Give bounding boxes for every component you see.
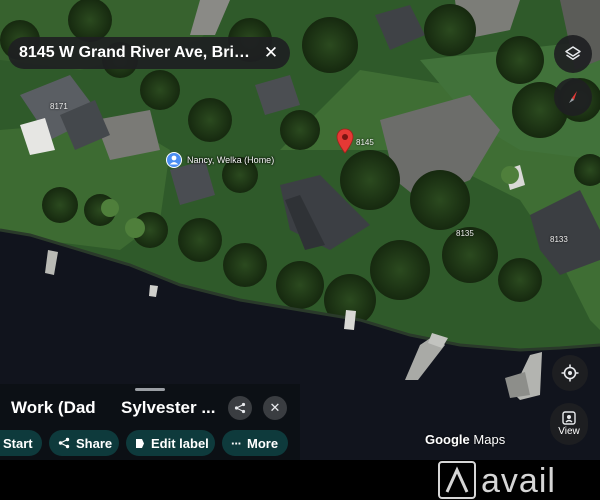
location-pin-icon[interactable]	[336, 128, 354, 154]
avail-watermark-logo: avail	[438, 461, 556, 500]
layers-icon	[565, 46, 581, 60]
home-label[interactable]: Nancy, Welka (Home)	[187, 155, 274, 165]
pin-label: 8145	[356, 138, 374, 147]
avail-watermark-text: avail	[481, 462, 556, 500]
saved-place-sylvester[interactable]: Sylvester ...	[121, 398, 219, 418]
screen: 8171 8135 8133 Nancy, Welka (Home) 8145 …	[0, 0, 600, 500]
more-chip[interactable]: ··· More	[222, 430, 288, 456]
share-label: Share	[76, 435, 113, 451]
edit-label-text: Edit label	[151, 435, 209, 451]
attribution-maps: Maps	[473, 432, 506, 447]
layers-button[interactable]	[554, 35, 592, 73]
sheet-close-button[interactable]: ✕	[263, 396, 287, 420]
start-label: Start	[3, 435, 33, 451]
compass-button[interactable]	[554, 78, 592, 116]
my-location-icon	[561, 364, 579, 382]
attribution-google: Google	[425, 432, 470, 447]
more-dots-icon: ···	[231, 435, 242, 451]
house-number-8171: 8171	[50, 102, 68, 111]
compass-icon	[569, 91, 577, 103]
label-icon	[136, 438, 144, 448]
my-location-button[interactable]	[552, 355, 588, 391]
street-view-icon	[562, 411, 576, 425]
share-icon	[58, 437, 70, 449]
share-chip[interactable]: Share	[49, 430, 119, 456]
close-icon[interactable]: ✕	[262, 44, 280, 62]
view-label: View	[558, 426, 580, 437]
more-label: More	[247, 435, 279, 451]
search-bar[interactable]: 8145 W Grand River Ave, Brig... ✕	[8, 37, 290, 69]
share-icon	[234, 402, 246, 414]
search-text[interactable]: 8145 W Grand River Ave, Brig...	[19, 44, 252, 62]
view-button[interactable]: View	[550, 403, 588, 445]
start-chip[interactable]: Start	[0, 430, 42, 456]
home-pin-icon[interactable]	[166, 152, 182, 168]
close-icon: ✕	[269, 400, 281, 415]
google-maps-attribution: Google Maps	[425, 432, 505, 447]
sheet-share-button[interactable]	[228, 396, 252, 420]
saved-place-work[interactable]: Work (Dad	[11, 398, 96, 418]
house-number-8133: 8133	[550, 235, 568, 244]
edit-label-chip[interactable]: Edit label	[126, 430, 215, 456]
house-number-8135: 8135	[456, 229, 474, 238]
sheet-drag-handle[interactable]	[135, 388, 165, 391]
